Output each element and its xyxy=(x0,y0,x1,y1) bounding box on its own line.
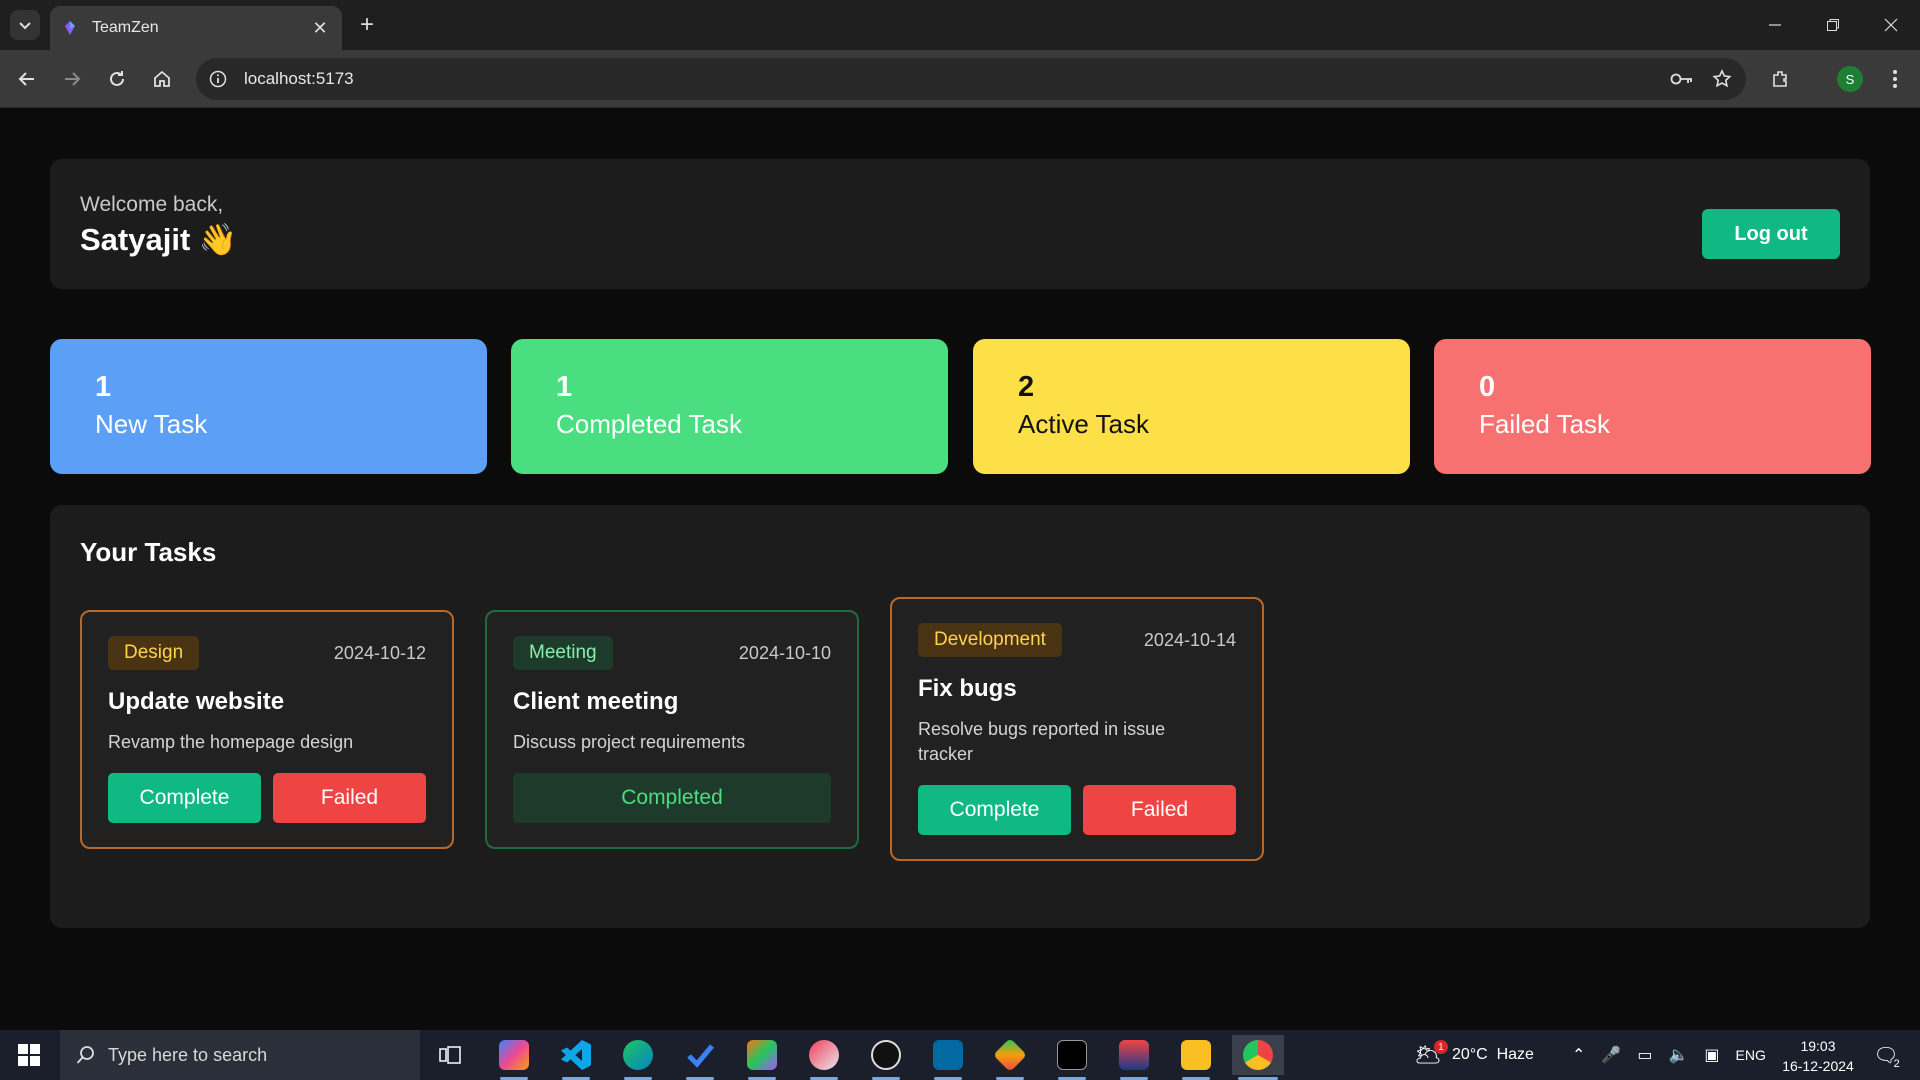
task-card: Design 2024-10-12 Update website Revamp … xyxy=(80,610,454,849)
weather-text: 20°C Haze xyxy=(1451,1046,1534,1063)
browser-tabstrip: TeamZen ✕ + xyxy=(0,0,1920,50)
todo-check-icon[interactable] xyxy=(674,1035,726,1080)
stat-label: Failed Task xyxy=(1479,409,1611,439)
outlook-icon[interactable] xyxy=(922,1035,974,1080)
password-key-icon[interactable] xyxy=(1666,63,1698,95)
language-indicator[interactable]: ENG xyxy=(1736,1047,1766,1063)
bookmark-star-icon[interactable] xyxy=(1706,63,1738,95)
notification-count: 2 xyxy=(1890,1057,1903,1070)
tray-chevron-up-icon[interactable]: ⌃ xyxy=(1572,1045,1585,1065)
task-date: 2024-10-12 xyxy=(333,642,426,663)
file-explorer-icon[interactable] xyxy=(1170,1035,1222,1080)
stat-label: New Task xyxy=(95,409,208,439)
minimize-icon[interactable] xyxy=(1746,0,1804,50)
task-title: Client meeting xyxy=(513,688,679,715)
battery-icon[interactable]: ▭ xyxy=(1637,1045,1652,1065)
speaker-icon[interactable]: 🔈 xyxy=(1668,1045,1688,1065)
task-category-tag: Design xyxy=(108,636,200,670)
tab-search-button[interactable] xyxy=(10,10,40,40)
failed-button[interactable]: Failed xyxy=(273,773,426,823)
network-icon[interactable]: ▣ xyxy=(1704,1045,1719,1065)
stat-card-failed: 0 Failed Task xyxy=(1434,339,1871,474)
browser-menu-icon[interactable] xyxy=(1880,64,1910,94)
failed-button[interactable]: Failed xyxy=(1083,785,1236,835)
close-window-icon[interactable] xyxy=(1862,0,1920,50)
welcome-header: Welcome back, Satyajit 👋 Log out xyxy=(50,159,1870,289)
weather-widget[interactable]: 🌥 1 20°C Haze xyxy=(1414,1030,1534,1080)
welcome-text: Welcome back, xyxy=(80,193,224,216)
vscode-icon[interactable] xyxy=(550,1035,602,1080)
reload-icon[interactable] xyxy=(102,64,132,94)
chrome-icon[interactable] xyxy=(1232,1035,1284,1080)
search-icon xyxy=(76,1046,94,1064)
forward-icon[interactable] xyxy=(57,64,87,94)
task-category-tag: Development xyxy=(918,623,1062,657)
username: Satyajit 👋 xyxy=(80,222,238,257)
new-tab-icon[interactable]: + xyxy=(352,10,382,40)
task-description: Discuss project requirements xyxy=(513,732,746,752)
task-card: Meeting 2024-10-10 Client meeting Discus… xyxy=(485,610,859,849)
stat-count: 2 xyxy=(1018,371,1035,403)
taskbar-search[interactable]: Type here to search xyxy=(60,1030,420,1080)
window-controls xyxy=(1746,0,1920,50)
task-description: Revamp the homepage design xyxy=(108,732,354,752)
task-date: 2024-10-14 xyxy=(1143,629,1236,650)
stat-label: Active Task xyxy=(1018,409,1150,439)
home-icon[interactable] xyxy=(147,64,177,94)
task-description: Resolve bugs reported in issue tracker xyxy=(918,719,1166,764)
stat-card-new: 1 New Task xyxy=(50,339,487,474)
stat-card-active: 2 Active Task xyxy=(973,339,1410,474)
address-bar[interactable]: localhost:5173 xyxy=(196,58,1746,100)
weather-icon: 🌥 1 xyxy=(1414,1040,1448,1068)
terminal-icon[interactable] xyxy=(1046,1035,1098,1080)
dashboard-page: Welcome back, Satyajit 👋 Log out 1 New T… xyxy=(0,108,1920,1030)
logout-button[interactable]: Log out xyxy=(1702,209,1840,259)
tasks-title: Your Tasks xyxy=(80,537,217,567)
stat-card-completed: 1 Completed Task xyxy=(511,339,948,474)
stat-count: 1 xyxy=(95,371,112,403)
windows-start-icon[interactable] xyxy=(0,1030,58,1080)
windows-taskbar: Type here to search 🌥 1 20°C Haze ⌃ 🎤 ▭ 🔈… xyxy=(0,1030,1920,1080)
profile-avatar[interactable]: S xyxy=(1835,64,1865,94)
postman-like-icon[interactable] xyxy=(1108,1035,1160,1080)
complete-button[interactable]: Complete xyxy=(918,785,1071,835)
extensions-icon[interactable] xyxy=(1766,64,1796,94)
paint-app-icon[interactable] xyxy=(736,1035,788,1080)
browser-toolbar: localhost:5173 S xyxy=(0,50,1920,108)
tab-title: TeamZen xyxy=(92,19,159,36)
stat-label: Completed Task xyxy=(556,409,742,439)
edge-browser-icon[interactable] xyxy=(612,1035,664,1080)
microphone-icon[interactable]: 🎤 xyxy=(1601,1045,1621,1065)
stat-count: 0 xyxy=(1479,371,1496,403)
search-placeholder: Type here to search xyxy=(108,1044,268,1065)
stat-count: 1 xyxy=(556,371,573,403)
task-view-icon[interactable] xyxy=(424,1035,476,1075)
task-date: 2024-10-10 xyxy=(738,642,831,663)
task-title: Fix bugs xyxy=(918,675,1017,702)
restore-icon[interactable] xyxy=(1804,0,1862,50)
obs-studio-icon[interactable] xyxy=(860,1035,912,1080)
clock-date: 16-12-2024 xyxy=(1782,1058,1854,1074)
copilot-icon[interactable] xyxy=(488,1035,540,1080)
clock-time: 19:03 xyxy=(1800,1038,1836,1054)
system-tray: ⌃ 🎤 ▭ 🔈 ▣ ENG xyxy=(1572,1030,1766,1080)
taskbar-clock[interactable]: 19:03 16-12-2024 xyxy=(1778,1036,1858,1076)
tasks-panel: Your Tasks Design 2024-10-12 Update webs… xyxy=(50,505,1870,928)
complete-button[interactable]: Complete xyxy=(108,773,261,823)
task-card: Development 2024-10-14 Fix bugs Resolve … xyxy=(890,597,1264,861)
tab-close-icon[interactable]: ✕ xyxy=(310,18,330,39)
url-text: localhost:5173 xyxy=(244,69,354,88)
chevron-down-icon xyxy=(19,22,31,30)
completed-status: Completed xyxy=(513,773,831,823)
task-title: Update website xyxy=(108,688,285,715)
notifications-icon[interactable]: 🗨 2 xyxy=(1866,1030,1906,1080)
task-category-tag: Meeting xyxy=(513,636,613,670)
git-client-icon[interactable] xyxy=(984,1035,1036,1080)
back-icon[interactable] xyxy=(12,64,42,94)
weather-badge: 1 xyxy=(1433,1040,1448,1054)
teamzen-favicon-icon xyxy=(65,21,75,35)
site-info-icon[interactable] xyxy=(204,65,232,93)
snipping-tool-icon[interactable] xyxy=(798,1035,850,1080)
browser-tab-active[interactable]: TeamZen ✕ xyxy=(50,6,342,50)
